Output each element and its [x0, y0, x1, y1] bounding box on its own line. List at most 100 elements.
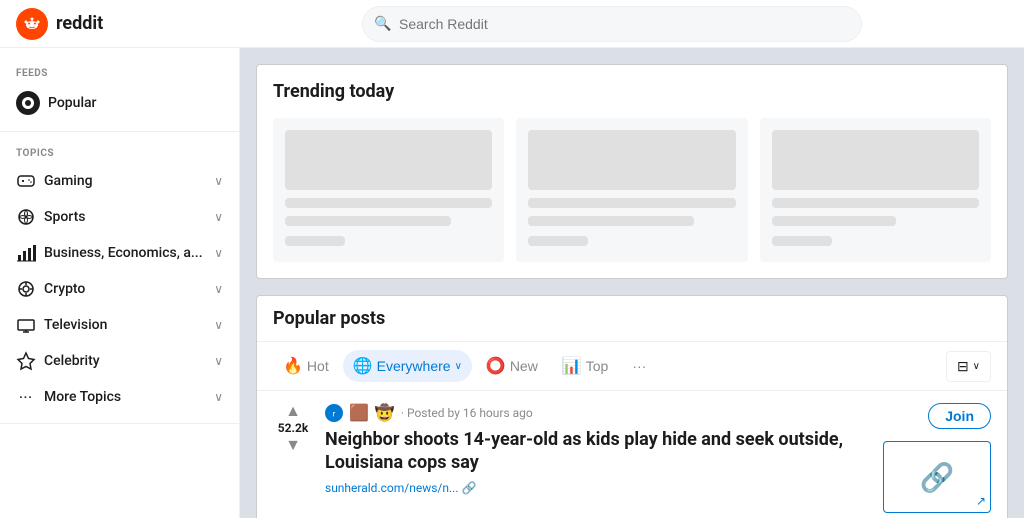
skeleton-image-2 [528, 130, 735, 190]
television-icon [16, 315, 36, 335]
skeleton-line-3b [772, 216, 896, 226]
sidebar-item-business[interactable]: Business, Economics, a... ∨ [0, 235, 239, 271]
gaming-chevron: ∨ [214, 174, 223, 188]
celebrity-icon [16, 351, 36, 371]
sports-icon [16, 207, 36, 227]
more-topics-label: More Topics [44, 389, 206, 405]
skeleton-line-3a [772, 198, 979, 208]
filter-new-btn[interactable]: ⭕ New [476, 350, 548, 382]
post-title[interactable]: Neighbor shoots 14-year-old as kids play… [325, 428, 871, 475]
filter-top-label: Top [586, 358, 609, 374]
crypto-icon [16, 279, 36, 299]
hot-icon: 🔥 [283, 356, 303, 376]
popular-label: Popular [48, 95, 223, 111]
bottom-divider [0, 423, 239, 424]
post-link[interactable]: sunherald.com/news/n... 🔗 [325, 481, 871, 495]
layout-toggle-btn[interactable]: ⊟ ∨ [946, 351, 991, 382]
skeleton-line-1b [285, 216, 451, 226]
gaming-label: Gaming [44, 173, 206, 189]
user-emoji-1: 🟫 [349, 403, 369, 422]
sidebar-item-television[interactable]: Television ∨ [0, 307, 239, 343]
skeleton-line-1a [285, 198, 492, 208]
top-icon: 📊 [562, 356, 582, 376]
television-chevron: ∨ [214, 318, 223, 332]
filter-hot-label: Hot [307, 358, 329, 374]
vote-count: 52.2k [278, 421, 309, 435]
filter-more-btn[interactable]: ··· [622, 352, 656, 380]
sidebar-item-crypto[interactable]: Crypto ∨ [0, 271, 239, 307]
thumbnail-icon: 🔗 [920, 461, 955, 494]
sidebar-item-sports[interactable]: Sports ∨ [0, 199, 239, 235]
trending-card-3 [760, 118, 991, 262]
thumbnail-corner-icon: ↗ [976, 494, 986, 508]
gaming-icon [16, 171, 36, 191]
post-thumbnail-area: Join 🔗 ↗ [883, 403, 991, 513]
topics-label: TOPICS [0, 140, 239, 163]
trending-card-2 [516, 118, 747, 262]
everywhere-icon: 🌐 [353, 356, 373, 376]
post-content: r 🟫 🤠 · Posted by 16 hours ago Neighbor … [325, 403, 871, 495]
more-topics-chevron: ∨ [214, 390, 223, 404]
filter-everywhere-btn[interactable]: 🌐 Everywhere ∨ [343, 350, 472, 382]
app-layout: FEEDS Popular TOPICS [0, 48, 1024, 518]
search-input[interactable] [362, 6, 862, 42]
sidebar-item-gaming[interactable]: Gaming ∨ [0, 163, 239, 199]
sidebar-item-popular[interactable]: Popular [0, 83, 239, 123]
skeleton-small-1 [285, 236, 345, 246]
filter-everywhere-label: Everywhere [377, 358, 451, 374]
search-bar: 🔍 [362, 6, 862, 42]
svg-text:r: r [333, 409, 336, 418]
everywhere-chevron: ∨ [455, 361, 462, 372]
trending-card-1 [273, 118, 504, 262]
business-chevron: ∨ [214, 246, 223, 260]
popular-posts-title: Popular posts [257, 296, 1007, 342]
filter-hot-btn[interactable]: 🔥 Hot [273, 350, 339, 382]
logo-text: reddit [56, 13, 103, 34]
filter-more-label: ··· [632, 358, 646, 374]
skeleton-small-2 [528, 236, 588, 246]
user-emoji-2: 🤠 [375, 403, 395, 422]
join-button[interactable]: Join [928, 403, 991, 429]
crypto-label: Crypto [44, 281, 206, 297]
skeleton-image-3 [772, 130, 979, 190]
main-content: Trending today [240, 48, 1024, 518]
downvote-arrow[interactable]: ▼ [285, 437, 301, 453]
post-vote-area: ▲ 52.2k ▼ [273, 403, 313, 453]
skeleton-line-2a [528, 198, 735, 208]
skeleton-small-3 [772, 236, 832, 246]
posts-filter-bar: 🔥 Hot 🌐 Everywhere ∨ ⭕ New 📊 Top ·· [257, 342, 1007, 391]
logo-area: reddit [16, 8, 216, 40]
celebrity-label: Celebrity [44, 353, 206, 369]
layout-chevron: ∨ [973, 361, 980, 372]
top-nav: reddit 🔍 [0, 0, 1024, 48]
divider [0, 131, 239, 132]
layout-icon: ⊟ [957, 358, 969, 375]
post-meta: r 🟫 🤠 · Posted by 16 hours ago [325, 403, 871, 422]
subreddit-icon: r [325, 404, 343, 422]
sports-label: Sports [44, 209, 206, 225]
popular-icon [16, 91, 40, 115]
post-thumbnail: 🔗 ↗ [883, 441, 991, 513]
reddit-logo[interactable] [16, 8, 48, 40]
celebrity-chevron: ∨ [214, 354, 223, 368]
popular-posts-section: Popular posts 🔥 Hot 🌐 Everywhere ∨ ⭕ New [256, 295, 1008, 518]
trending-title: Trending today [273, 81, 991, 102]
crypto-chevron: ∨ [214, 282, 223, 296]
post-item: ▲ 52.2k ▼ r 🟫 🤠 · Poste [257, 391, 1007, 518]
sidebar-item-celebrity[interactable]: Celebrity ∨ [0, 343, 239, 379]
filter-new-label: New [510, 358, 538, 374]
business-label: Business, Economics, a... [44, 245, 206, 261]
television-label: Television [44, 317, 206, 333]
filter-top-btn[interactable]: 📊 Top [552, 350, 619, 382]
search-icon: 🔍 [374, 16, 391, 32]
post-meta-text: · Posted by 16 hours ago [401, 406, 533, 420]
trending-section: Trending today [256, 64, 1008, 279]
sports-chevron: ∨ [214, 210, 223, 224]
upvote-arrow[interactable]: ▲ [285, 403, 301, 419]
sidebar-item-more-topics[interactable]: ··· More Topics ∨ [0, 379, 239, 415]
skeleton-line-2b [528, 216, 694, 226]
trending-cards [273, 118, 991, 262]
business-icon [16, 243, 36, 263]
more-topics-icon: ··· [16, 387, 36, 407]
feeds-label: FEEDS [0, 60, 239, 83]
